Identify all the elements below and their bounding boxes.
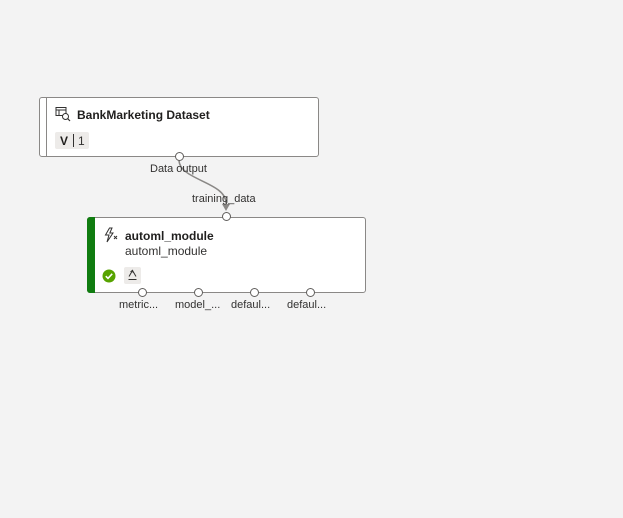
output-label-model: model_...: [175, 299, 221, 311]
recycle-icon: [128, 269, 137, 280]
output-label-default-1: defaul...: [231, 299, 271, 311]
pipeline-canvas[interactable]: BankMarketing Dataset V 1 Data output tr…: [0, 0, 623, 518]
dataset-output-label: Data output: [150, 163, 207, 175]
output-port-default-1[interactable]: [250, 288, 259, 297]
output-port-default-2[interactable]: [306, 288, 315, 297]
dataset-title: BankMarketing Dataset: [77, 108, 210, 122]
dataset-output-port[interactable]: [175, 152, 184, 161]
version-number: 1: [78, 133, 85, 148]
version-prefix: V: [60, 133, 69, 148]
dataset-icon: [55, 107, 71, 122]
automl-module-node[interactable]: automl_module automl_module: [87, 217, 366, 293]
dataset-node[interactable]: BankMarketing Dataset V 1: [39, 97, 319, 157]
output-label-metrics: metric...: [119, 299, 159, 311]
dataset-node-accent: [40, 98, 47, 156]
module-status-accent: [87, 217, 95, 293]
automl-lightning-icon: [104, 227, 118, 243]
module-input-port[interactable]: [222, 212, 231, 221]
output-label-default-2: defaul...: [287, 299, 327, 311]
reuse-badge[interactable]: [124, 267, 141, 284]
module-title: automl_module: [125, 229, 214, 243]
module-subtitle: automl_module: [125, 244, 208, 258]
status-completed-icon: [102, 269, 116, 283]
module-input-label: training_data: [192, 193, 256, 205]
version-badge[interactable]: V 1: [55, 132, 89, 149]
version-separator: [73, 134, 75, 147]
output-port-metrics[interactable]: [138, 288, 147, 297]
output-port-model[interactable]: [194, 288, 203, 297]
